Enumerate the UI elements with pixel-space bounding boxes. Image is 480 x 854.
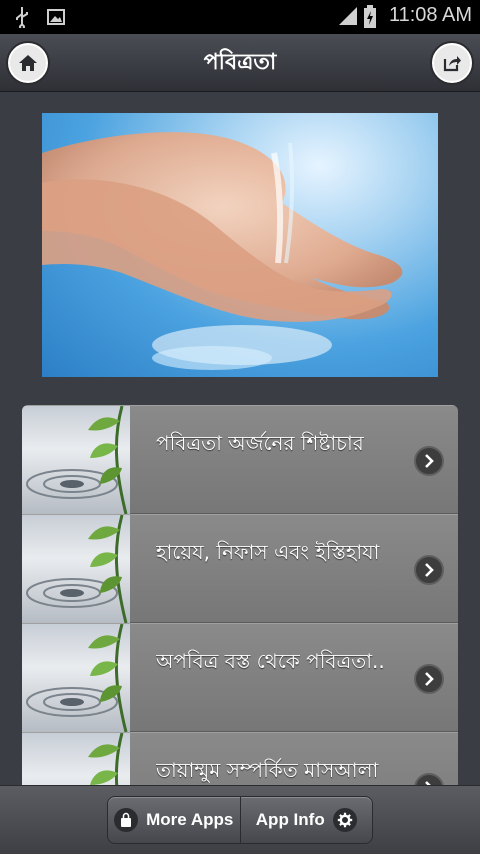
list-item[interactable]: অপবিত্র বস্ত থেকে পবিত্রতা.. — [22, 623, 458, 732]
washing-hands-image — [42, 132, 403, 370]
list-item-label: পবিত্রতা অর্জনের শিষ্টাচার — [156, 431, 364, 455]
hero-image — [42, 113, 438, 377]
list-item-label: হায়েয, নিফাস এবং ইস্তিহাযা — [156, 540, 380, 564]
leaf-water-thumbnail — [22, 406, 130, 514]
status-bar: 11:08 AM — [0, 0, 480, 34]
status-time: 11:08 AM — [388, 4, 472, 26]
app-info-label: App Info — [255, 810, 325, 829]
more-apps-button[interactable]: More Apps — [108, 797, 240, 843]
image-icon — [46, 6, 66, 28]
list-item[interactable]: তায়াম্মুম সম্পর্কিত মাসআলা — [22, 732, 458, 785]
home-button[interactable] — [8, 43, 48, 83]
chevron-right-icon[interactable] — [414, 555, 444, 585]
app-info-button[interactable]: App Info — [239, 797, 373, 843]
home-icon — [19, 55, 37, 71]
topic-list: পবিত্রতা অর্জনের শিষ্টাচার হায়েয, নিফাস… — [22, 405, 458, 785]
app-bar: পবিত্রতা — [0, 34, 480, 92]
leaf-water-thumbnail — [22, 624, 130, 732]
battery-icon — [363, 4, 383, 28]
more-apps-label: More Apps — [146, 810, 234, 829]
list-item[interactable]: পবিত্রতা অর্জনের শিষ্টাচার — [22, 405, 458, 514]
shopping-bag-icon — [114, 808, 139, 832]
signal-icon — [337, 5, 357, 27]
usb-icon — [12, 6, 32, 30]
bottom-button-group: More Apps App Info — [107, 796, 373, 844]
share-button[interactable] — [432, 43, 472, 83]
chevron-right-icon[interactable] — [414, 446, 444, 476]
bottom-bar: More Apps App Info — [0, 785, 480, 854]
list-item-label: তায়াম্মুম সম্পর্কিত মাসআলা — [156, 758, 379, 782]
list-item-label: অপবিত্র বস্ত থেকে পবিত্রতা.. — [156, 649, 385, 673]
gear-icon — [332, 808, 357, 832]
page-title: পবিত্রতা — [203, 50, 277, 75]
share-icon — [443, 56, 461, 72]
leaf-water-thumbnail — [22, 515, 130, 623]
chevron-right-icon[interactable] — [414, 664, 444, 694]
list-item[interactable]: হায়েয, নিফাস এবং ইস্তিহাযা — [22, 514, 458, 623]
chevron-right-icon[interactable] — [414, 773, 444, 785]
leaf-water-thumbnail — [22, 733, 130, 785]
